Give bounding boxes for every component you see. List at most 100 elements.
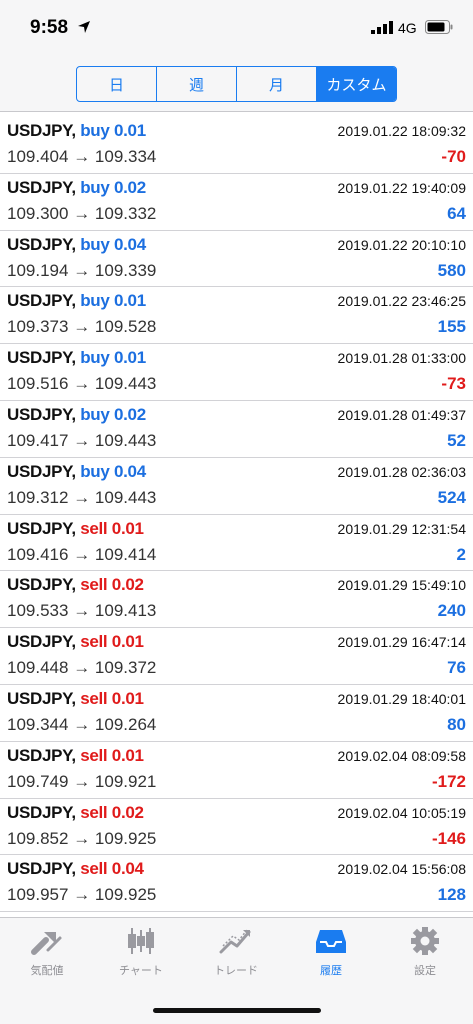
trade-row[interactable]: USDJPY, buy 0.04 2019.01.22 20:10:10 109.1… [0,231,473,288]
trade-prices: 109.312 → 109.443 [7,488,156,508]
trade-profit: 64 [447,203,466,223]
arrow-icon: → [73,260,91,280]
trade-row[interactable]: USDJPY, buy 0.02 2019.01.28 01:49:37 109.4… [0,401,473,458]
tab-quotes[interactable]: 気配値 [0,926,94,996]
tab-chart[interactable]: チャート [94,926,188,996]
trade-side: sell 0.01 [80,632,144,651]
trade-row[interactable]: USDJPY, buy 0.01 2019.01.22 18:09:32 109.4… [0,117,473,174]
location-arrow-icon [78,21,90,33]
trade-side: sell 0.02 [80,575,144,594]
trade-profit: 128 [437,885,466,905]
lot-size: 0.02 [113,404,146,424]
trade-row[interactable]: USDJPY, sell 0.02 2019.01.29 15:49:10 109.… [0,571,473,629]
trade-profit: 76 [447,658,466,678]
trade-symbol: USDJPY, sell 0.04 [7,859,144,879]
close-price: 109.443 [94,430,157,450]
arrow-icon: → [73,828,91,848]
trade-side: buy 0.01 [80,291,146,310]
symbol-text: USDJPY, [7,348,76,368]
trade-profit: -172 [431,771,466,791]
tab-label: 気配値 [30,965,64,977]
side-text: buy [80,177,110,197]
lot-size: 0.01 [111,518,144,538]
trade-row[interactable]: USDJPY, sell 0.01 2019.01.29 16:47:14 109.… [0,628,473,685]
trade-row[interactable]: USDJPY, sell 0.01 2019.02.04 08:09:58 109.… [0,742,473,799]
cellular-signal-icon [371,21,393,34]
open-price: 109.404 [7,147,69,166]
trade-time: 2019.01.22 20:10:10 [337,236,466,253]
lot-size: 0.01 [111,688,144,708]
trade-time: 2019.01.28 01:33:00 [337,350,466,367]
trade-profit: -146 [431,828,466,848]
trade-prices: 109.448 → 109.372 [7,658,156,678]
trade-profit: 155 [437,317,466,337]
segment-0[interactable]: 日 [77,67,156,101]
period-filter-bar: 日週月カスタム [0,56,473,112]
home-indicator [153,1008,321,1013]
trade-row[interactable]: USDJPY, buy 0.01 2019.01.22 23:46:25 109.3… [0,287,473,345]
segment-1[interactable]: 週 [156,67,236,101]
segment-2[interactable]: 月 [236,67,316,101]
open-price: 109.417 [7,430,69,450]
arrow-icon: → [73,714,91,734]
trade-row[interactable]: USDJPY, buy 0.02 2019.01.22 19:40:09 109.3… [0,174,473,231]
trade-symbol: USDJPY, buy 0.01 [7,291,146,311]
segment-3[interactable]: カスタム [316,67,396,101]
side-text: buy [80,121,110,140]
side-text: buy [80,404,110,424]
trade-prices: 109.344 → 109.264 [7,715,156,735]
trade-prices: 109.373 → 109.528 [7,317,156,337]
trade-symbol: USDJPY, buy 0.02 [7,178,146,198]
quotes-icon [0,926,94,956]
symbol-text: USDJPY, [7,859,76,879]
side-text: sell [80,802,108,822]
open-price: 109.533 [7,601,69,621]
trade-row[interactable]: USDJPY, sell 0.01 2019.01.29 18:40:01 109.… [0,685,473,742]
trade-row[interactable]: USDJPY, buy 0.04 2019.01.28 02:36:03 109.3… [0,458,473,515]
open-price: 109.344 [7,714,69,734]
history-list: USDJPY, buy 0.01 2019.01.22 18:09:32 109.4… [0,117,473,917]
symbol-text: USDJPY, [7,575,76,595]
symbol-text: USDJPY, [7,688,76,708]
close-price: 109.264 [94,714,157,734]
trade-time: 2019.01.29 12:31:54 [337,520,466,537]
trade-time: 2019.01.28 01:49:37 [337,406,466,423]
lot-size: 0.02 [113,177,146,197]
trade-side: buy 0.02 [80,405,146,424]
history-icon [284,926,378,956]
arrow-icon: → [73,374,91,394]
trade-side: buy 0.04 [80,462,146,481]
trade-time: 2019.01.28 02:36:03 [337,463,466,480]
trade-prices: 109.852 → 109.925 [7,829,156,849]
close-price: 109.443 [94,487,157,507]
tab-trade[interactable]: トレード [189,926,283,996]
lot-size: 0.01 [111,745,144,765]
tab-label: トレード [214,965,258,977]
tab-settings[interactable]: 設定 [378,926,472,996]
close-price: 109.339 [94,260,157,280]
trade-time: 2019.02.04 15:56:08 [337,861,466,878]
arrow-icon: → [73,658,91,678]
trade-symbol: USDJPY, buy 0.02 [7,405,146,425]
trade-symbol: USDJPY, sell 0.02 [7,803,144,823]
tab-label: 履歴 [320,965,342,977]
trade-row[interactable]: USDJPY, sell 0.02 2019.02.04 10:05:19 109.… [0,799,473,856]
trade-profit: -70 [441,147,466,166]
tab-history[interactable]: 履歴 [284,926,378,996]
symbol-text: USDJPY, [7,291,76,311]
side-text: buy [80,234,110,254]
trade-time: 2019.01.22 18:09:32 [337,123,466,139]
trade-prices: 109.404 → 109.334 [7,147,156,167]
trade-symbol: USDJPY, buy 0.01 [7,121,146,141]
trade-row[interactable]: USDJPY, sell 0.01 2019.01.29 12:31:54 109.… [0,515,473,572]
symbol-text: USDJPY, [7,404,76,424]
close-price: 109.443 [94,374,157,394]
side-text: sell [80,688,108,708]
lot-size: 0.01 [113,291,146,311]
trade-row[interactable]: USDJPY, sell 0.04 2019.02.04 15:56:08 109.… [0,855,473,913]
lot-size: 0.04 [113,461,146,481]
trade-profit: -73 [441,374,466,394]
trade-row[interactable]: USDJPY, buy 0.01 2019.01.28 01:33:00 109.5… [0,344,473,401]
lot-size: 0.01 [113,348,146,368]
battery-icon [425,20,453,34]
